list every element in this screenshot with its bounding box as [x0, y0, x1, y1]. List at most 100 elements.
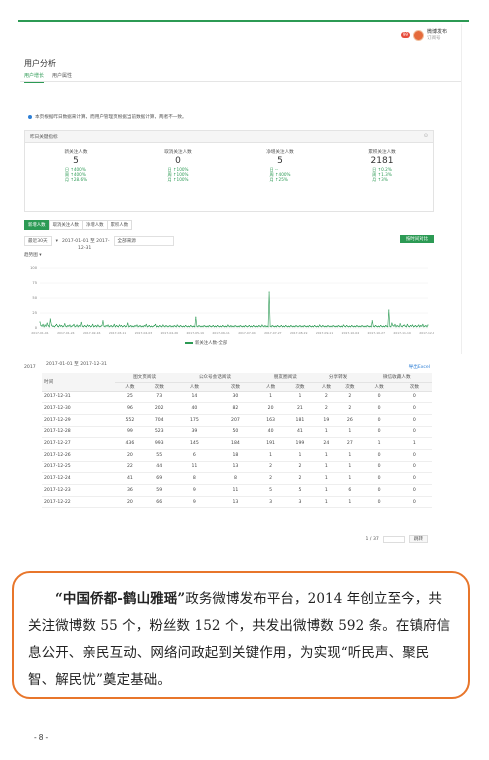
data-point[interactable]: [189, 326, 191, 328]
data-point[interactable]: [389, 325, 391, 327]
data-point[interactable]: [141, 325, 143, 327]
data-point[interactable]: [40, 325, 42, 327]
data-point[interactable]: [337, 325, 339, 327]
data-point[interactable]: [321, 326, 323, 328]
data-point[interactable]: [171, 325, 173, 327]
data-point[interactable]: [263, 326, 265, 328]
column-header[interactable]: 人数: [173, 382, 215, 392]
data-point[interactable]: [62, 326, 64, 328]
data-point[interactable]: [124, 325, 126, 327]
data-point[interactable]: [118, 324, 121, 326]
data-point[interactable]: [53, 326, 55, 328]
data-point[interactable]: [98, 325, 100, 327]
data-point[interactable]: [353, 326, 355, 328]
data-point[interactable]: [319, 324, 321, 326]
data-point[interactable]: [220, 325, 222, 327]
data-point[interactable]: [146, 326, 148, 328]
data-point[interactable]: [193, 325, 195, 327]
data-point[interactable]: [252, 326, 254, 328]
data-point[interactable]: [334, 326, 336, 328]
data-point[interactable]: [373, 326, 375, 328]
data-point[interactable]: [191, 325, 193, 327]
data-point[interactable]: [259, 325, 261, 327]
data-point[interactable]: [181, 326, 183, 328]
data-point[interactable]: [94, 325, 96, 327]
data-point[interactable]: [102, 320, 104, 322]
data-point[interactable]: [342, 324, 344, 326]
data-point[interactable]: [91, 325, 93, 327]
data-point[interactable]: [261, 324, 263, 326]
data-point[interactable]: [188, 325, 190, 327]
data-point[interactable]: [272, 325, 274, 327]
data-point[interactable]: [375, 325, 377, 327]
data-point[interactable]: [203, 325, 205, 327]
data-point[interactable]: [258, 325, 260, 327]
column-header[interactable]: 次数: [338, 382, 362, 392]
data-point[interactable]: [44, 324, 46, 326]
data-point[interactable]: [359, 325, 361, 327]
data-point[interactable]: [273, 326, 275, 328]
compare-button[interactable]: 按时间对比: [400, 235, 434, 243]
data-point[interactable]: [73, 323, 75, 325]
data-point[interactable]: [274, 325, 276, 327]
data-point[interactable]: [39, 321, 41, 323]
data-point[interactable]: [249, 326, 252, 328]
data-point[interactable]: [247, 325, 249, 327]
data-point[interactable]: [170, 326, 172, 328]
data-point[interactable]: [403, 324, 405, 326]
data-point[interactable]: [225, 325, 227, 327]
data-point[interactable]: [183, 326, 186, 328]
data-point[interactable]: [328, 325, 330, 327]
data-point[interactable]: [175, 326, 177, 328]
notification-badge[interactable]: 99: [400, 32, 410, 38]
data-point[interactable]: [309, 325, 311, 327]
data-point[interactable]: [74, 326, 76, 328]
data-point[interactable]: [384, 326, 386, 328]
data-point[interactable]: [293, 325, 295, 327]
data-point[interactable]: [417, 325, 419, 327]
data-point[interactable]: [392, 325, 394, 327]
data-point[interactable]: [364, 325, 366, 327]
data-point[interactable]: [67, 325, 69, 327]
data-point[interactable]: [85, 326, 87, 328]
data-point[interactable]: [297, 326, 299, 328]
data-point[interactable]: [288, 325, 290, 327]
data-point[interactable]: [179, 325, 181, 327]
tab-net-users[interactable]: 净增人数: [81, 220, 108, 230]
data-point[interactable]: [397, 325, 399, 327]
data-point[interactable]: [327, 325, 329, 327]
data-point[interactable]: [139, 325, 141, 327]
data-point[interactable]: [157, 325, 159, 327]
data-point[interactable]: [235, 325, 237, 327]
data-point[interactable]: [394, 323, 396, 325]
data-point[interactable]: [382, 326, 384, 328]
data-point[interactable]: [276, 325, 278, 327]
data-point[interactable]: [369, 325, 371, 327]
data-point[interactable]: [240, 325, 242, 327]
period-select[interactable]: 最近30天: [24, 236, 52, 246]
data-point[interactable]: [347, 326, 350, 328]
data-point[interactable]: [371, 320, 373, 322]
data-point[interactable]: [316, 326, 318, 328]
data-point[interactable]: [153, 325, 156, 327]
data-point[interactable]: [326, 326, 328, 328]
tab-unfollow[interactable]: 取消关注人数: [48, 220, 83, 230]
data-point[interactable]: [114, 326, 116, 328]
data-point[interactable]: [266, 325, 268, 327]
date-range[interactable]: 2017-01-01 至 2017-: [62, 238, 110, 244]
data-point[interactable]: [298, 325, 300, 327]
data-point[interactable]: [323, 325, 325, 327]
data-point[interactable]: [48, 326, 50, 328]
data-point[interactable]: [147, 325, 149, 327]
data-point[interactable]: [421, 325, 423, 327]
data-point[interactable]: [168, 325, 170, 327]
data-point[interactable]: [405, 326, 407, 328]
data-point[interactable]: [43, 326, 45, 328]
data-point[interactable]: [407, 325, 409, 327]
data-point[interactable]: [219, 326, 221, 328]
data-point[interactable]: [393, 325, 395, 327]
data-point[interactable]: [358, 326, 360, 328]
data-point[interactable]: [416, 326, 418, 328]
data-point[interactable]: [69, 324, 71, 326]
column-header[interactable]: 次数: [214, 382, 256, 392]
